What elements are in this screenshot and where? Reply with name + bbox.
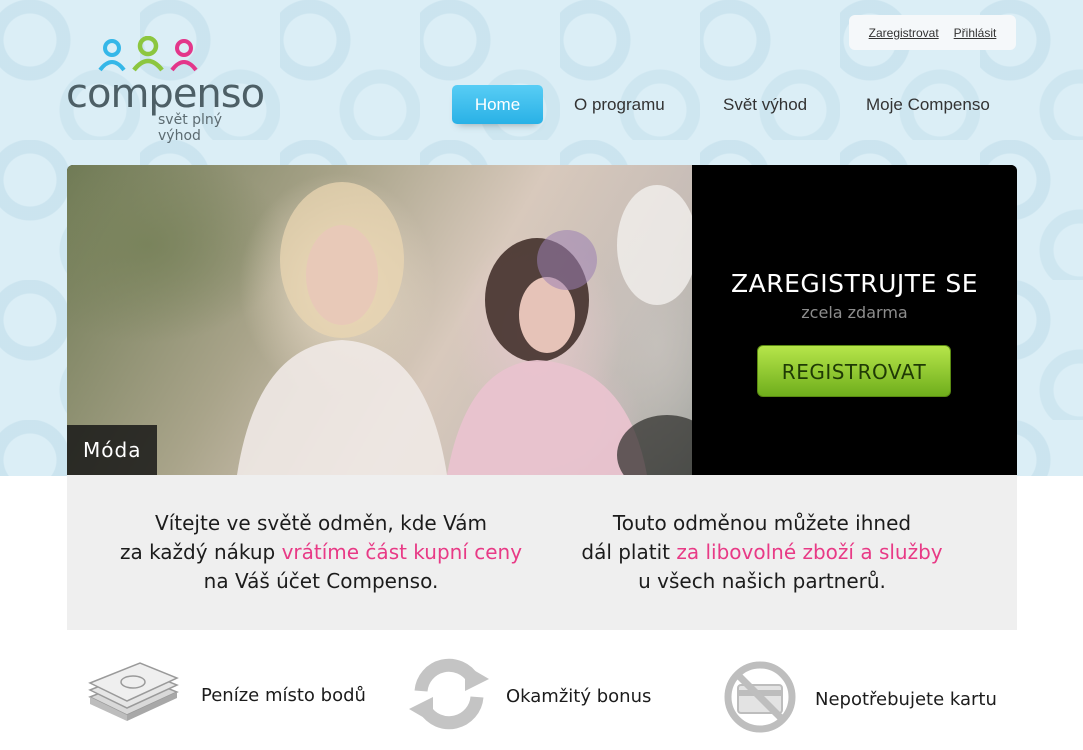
intro-right-line3: u všech našich partnerů. (638, 569, 886, 593)
feature-money: Peníze místo bodů (85, 655, 385, 735)
hero-photo[interactable] (67, 165, 717, 475)
feature-bonus: Okamžitý bonus (405, 655, 705, 735)
nav-item-moje-compenso[interactable]: Moje Compenso (866, 85, 990, 124)
registration-panel: ZAREGISTRUJTE SE zcela zdarma REGISTROVA… (692, 165, 1017, 475)
logo-people-icon (98, 36, 198, 72)
hero-banner: Móda ZAREGISTRUJTE SE zcela zdarma REGIS… (67, 165, 1017, 475)
feature-money-label: Peníze místo bodů (201, 685, 366, 706)
hero-photo-illustration (237, 182, 717, 475)
nav-item-svet-vyhod[interactable]: Svět výhod (723, 85, 807, 124)
refresh-arrows-icon (409, 658, 489, 730)
nav-item-o-programu[interactable]: O programu (574, 85, 665, 124)
intro-right-line1: Touto odměnou můžete ihned (612, 511, 912, 535)
intro-right-highlight: za libovolné zboží a služby (676, 540, 943, 564)
feature-no-card: Nepotřebujete kartu (722, 655, 1022, 735)
login-link[interactable]: Přihlásit (954, 26, 997, 40)
intro-right-line2: dál platit za libovolné zboží a služby (542, 538, 982, 567)
intro-left-line1: Vítejte ve světě odměn, kde Vám (155, 511, 487, 535)
intro-left-line2: za každý nákup vrátíme část kupní ceny (67, 538, 575, 567)
nav-item-home[interactable]: Home (452, 85, 543, 124)
intro-left-line3: na Váš účet Compenso. (203, 569, 439, 593)
intro-section: Vítejte ve světě odměn, kde Vám za každý… (67, 475, 1017, 630)
logo-tagline: svět plný výhod (158, 112, 223, 144)
intro-text-left: Vítejte ve světě odměn, kde Vám za každý… (67, 509, 575, 596)
hero-caption: Móda (67, 425, 157, 475)
logo-wordmark: compenso (66, 71, 265, 117)
account-links: Zaregistrovat Přihlásit (849, 15, 1016, 50)
feature-no-card-label: Nepotřebujete kartu (815, 689, 997, 710)
register-link[interactable]: Zaregistrovat (869, 26, 939, 40)
intro-text-right: Touto odměnou můžete ihned dál platit za… (542, 509, 982, 596)
registration-subtitle: zcela zdarma (801, 303, 908, 322)
intro-left-line2-prefix: za každý nákup (119, 540, 282, 564)
intro-left-highlight: vrátíme část kupní ceny (281, 540, 523, 564)
no-card-icon (724, 661, 796, 733)
money-stack-icon (88, 662, 179, 721)
register-button[interactable]: REGISTROVAT (757, 345, 951, 397)
feature-bonus-label: Okamžitý bonus (506, 686, 652, 707)
registration-title: ZAREGISTRUJTE SE (730, 269, 978, 298)
compenso-logo[interactable]: compenso svět plný výhod (66, 36, 266, 144)
intro-right-line2-prefix: dál platit (581, 540, 677, 564)
